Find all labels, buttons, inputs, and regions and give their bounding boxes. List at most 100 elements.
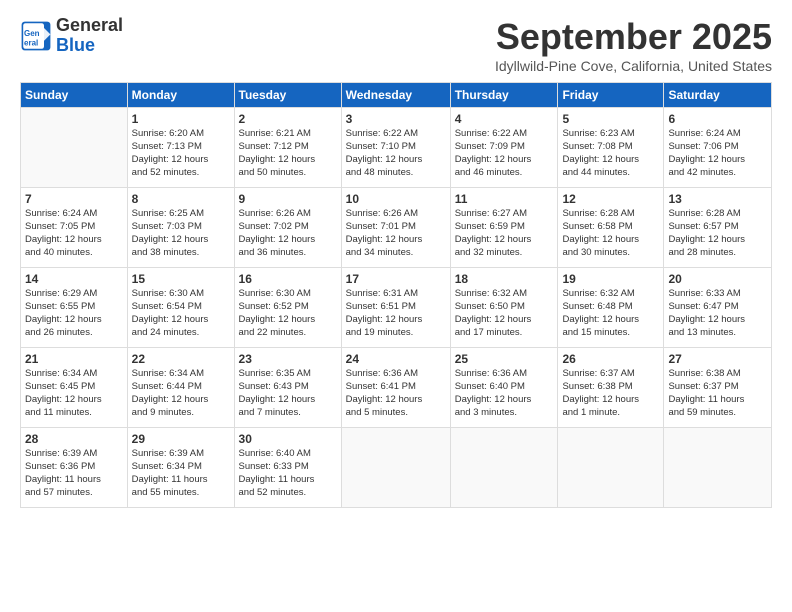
- day-info-line: Sunset: 6:44 PM: [132, 381, 230, 394]
- day-info-line: and 52 minutes.: [239, 487, 337, 500]
- day-info-line: Daylight: 12 hours: [239, 394, 337, 407]
- day-info-line: and 17 minutes.: [455, 327, 554, 340]
- logo-text: General Blue: [56, 16, 123, 56]
- day-info-line: Daylight: 12 hours: [25, 234, 123, 247]
- day-info-line: Sunset: 6:38 PM: [562, 381, 659, 394]
- day-info-line: Sunset: 7:03 PM: [132, 221, 230, 234]
- day-info-line: and 11 minutes.: [25, 407, 123, 420]
- day-cell: 18Sunrise: 6:32 AMSunset: 6:50 PMDayligh…: [450, 268, 558, 348]
- day-info-line: Daylight: 12 hours: [132, 234, 230, 247]
- day-info-line: Sunset: 6:36 PM: [25, 461, 123, 474]
- location: Idyllwild-Pine Cove, California, United …: [495, 58, 772, 74]
- weekday-thursday: Thursday: [450, 83, 558, 108]
- day-cell: 12Sunrise: 6:28 AMSunset: 6:58 PMDayligh…: [558, 188, 664, 268]
- day-info-line: Sunrise: 6:25 AM: [132, 208, 230, 221]
- day-number: 19: [562, 271, 659, 287]
- day-cell: 27Sunrise: 6:38 AMSunset: 6:37 PMDayligh…: [664, 348, 772, 428]
- day-cell: 17Sunrise: 6:31 AMSunset: 6:51 PMDayligh…: [341, 268, 450, 348]
- day-info-line: and 57 minutes.: [25, 487, 123, 500]
- day-cell: [21, 108, 128, 188]
- day-info-line: Sunset: 7:08 PM: [562, 141, 659, 154]
- day-info-line: and 30 minutes.: [562, 247, 659, 260]
- day-info-line: Sunrise: 6:22 AM: [346, 128, 446, 141]
- day-info-line: Sunset: 6:55 PM: [25, 301, 123, 314]
- day-number: 17: [346, 271, 446, 287]
- day-info-line: Sunset: 6:58 PM: [562, 221, 659, 234]
- day-info-line: Daylight: 12 hours: [132, 314, 230, 327]
- week-row-3: 21Sunrise: 6:34 AMSunset: 6:45 PMDayligh…: [21, 348, 772, 428]
- month-title: September 2025: [495, 16, 772, 58]
- day-cell: 21Sunrise: 6:34 AMSunset: 6:45 PMDayligh…: [21, 348, 128, 428]
- logo-line1: General: [56, 16, 123, 36]
- week-row-4: 28Sunrise: 6:39 AMSunset: 6:36 PMDayligh…: [21, 428, 772, 508]
- day-info-line: Sunset: 6:51 PM: [346, 301, 446, 314]
- day-info-line: and 34 minutes.: [346, 247, 446, 260]
- day-info-line: Daylight: 11 hours: [132, 474, 230, 487]
- day-number: 9: [239, 191, 337, 207]
- day-cell: 3Sunrise: 6:22 AMSunset: 7:10 PMDaylight…: [341, 108, 450, 188]
- day-cell: 7Sunrise: 6:24 AMSunset: 7:05 PMDaylight…: [21, 188, 128, 268]
- day-info-line: and 28 minutes.: [668, 247, 767, 260]
- day-info-line: Sunrise: 6:27 AM: [455, 208, 554, 221]
- day-number: 15: [132, 271, 230, 287]
- day-number: 8: [132, 191, 230, 207]
- day-cell: 20Sunrise: 6:33 AMSunset: 6:47 PMDayligh…: [664, 268, 772, 348]
- day-info-line: and 9 minutes.: [132, 407, 230, 420]
- day-info-line: and 24 minutes.: [132, 327, 230, 340]
- day-number: 11: [455, 191, 554, 207]
- day-info-line: Daylight: 11 hours: [239, 474, 337, 487]
- day-info-line: Sunrise: 6:24 AM: [25, 208, 123, 221]
- day-cell: [664, 428, 772, 508]
- calendar-header: SundayMondayTuesdayWednesdayThursdayFrid…: [21, 83, 772, 108]
- day-number: 5: [562, 111, 659, 127]
- day-info-line: Sunset: 6:33 PM: [239, 461, 337, 474]
- day-info-line: Sunset: 6:47 PM: [668, 301, 767, 314]
- day-info-line: and 15 minutes.: [562, 327, 659, 340]
- day-info-line: Daylight: 12 hours: [455, 234, 554, 247]
- day-info-line: Daylight: 12 hours: [562, 154, 659, 167]
- week-row-2: 14Sunrise: 6:29 AMSunset: 6:55 PMDayligh…: [21, 268, 772, 348]
- day-info-line: Sunrise: 6:23 AM: [562, 128, 659, 141]
- svg-text:eral: eral: [24, 38, 38, 47]
- day-info-line: Sunrise: 6:31 AM: [346, 288, 446, 301]
- day-number: 30: [239, 431, 337, 447]
- day-info-line: Sunset: 6:43 PM: [239, 381, 337, 394]
- day-info-line: and 48 minutes.: [346, 167, 446, 180]
- day-info-line: Daylight: 12 hours: [668, 154, 767, 167]
- day-info-line: Sunset: 6:48 PM: [562, 301, 659, 314]
- day-cell: 10Sunrise: 6:26 AMSunset: 7:01 PMDayligh…: [341, 188, 450, 268]
- day-cell: 14Sunrise: 6:29 AMSunset: 6:55 PMDayligh…: [21, 268, 128, 348]
- day-info-line: and 26 minutes.: [25, 327, 123, 340]
- day-info-line: Daylight: 12 hours: [25, 394, 123, 407]
- day-info-line: and 50 minutes.: [239, 167, 337, 180]
- weekday-sunday: Sunday: [21, 83, 128, 108]
- day-number: 7: [25, 191, 123, 207]
- day-info-line: Sunrise: 6:29 AM: [25, 288, 123, 301]
- day-info-line: Sunset: 6:54 PM: [132, 301, 230, 314]
- day-info-line: Sunrise: 6:33 AM: [668, 288, 767, 301]
- day-info-line: Sunrise: 6:26 AM: [239, 208, 337, 221]
- day-info-line: Sunset: 7:09 PM: [455, 141, 554, 154]
- day-info-line: and 3 minutes.: [455, 407, 554, 420]
- day-number: 23: [239, 351, 337, 367]
- day-info-line: Daylight: 12 hours: [346, 154, 446, 167]
- week-row-1: 7Sunrise: 6:24 AMSunset: 7:05 PMDaylight…: [21, 188, 772, 268]
- day-info-line: Daylight: 12 hours: [346, 394, 446, 407]
- day-cell: 5Sunrise: 6:23 AMSunset: 7:08 PMDaylight…: [558, 108, 664, 188]
- day-cell: 11Sunrise: 6:27 AMSunset: 6:59 PMDayligh…: [450, 188, 558, 268]
- day-info-line: Sunrise: 6:20 AM: [132, 128, 230, 141]
- day-number: 3: [346, 111, 446, 127]
- day-info-line: and 32 minutes.: [455, 247, 554, 260]
- logo: Gen eral General Blue: [20, 16, 123, 56]
- day-cell: 4Sunrise: 6:22 AMSunset: 7:09 PMDaylight…: [450, 108, 558, 188]
- day-info-line: and 13 minutes.: [668, 327, 767, 340]
- day-info-line: Sunset: 6:57 PM: [668, 221, 767, 234]
- day-number: 2: [239, 111, 337, 127]
- logo-icon: Gen eral: [20, 20, 52, 52]
- day-info-line: Daylight: 11 hours: [668, 394, 767, 407]
- day-number: 4: [455, 111, 554, 127]
- day-cell: 24Sunrise: 6:36 AMSunset: 6:41 PMDayligh…: [341, 348, 450, 428]
- day-number: 29: [132, 431, 230, 447]
- day-info-line: Daylight: 12 hours: [668, 234, 767, 247]
- day-number: 22: [132, 351, 230, 367]
